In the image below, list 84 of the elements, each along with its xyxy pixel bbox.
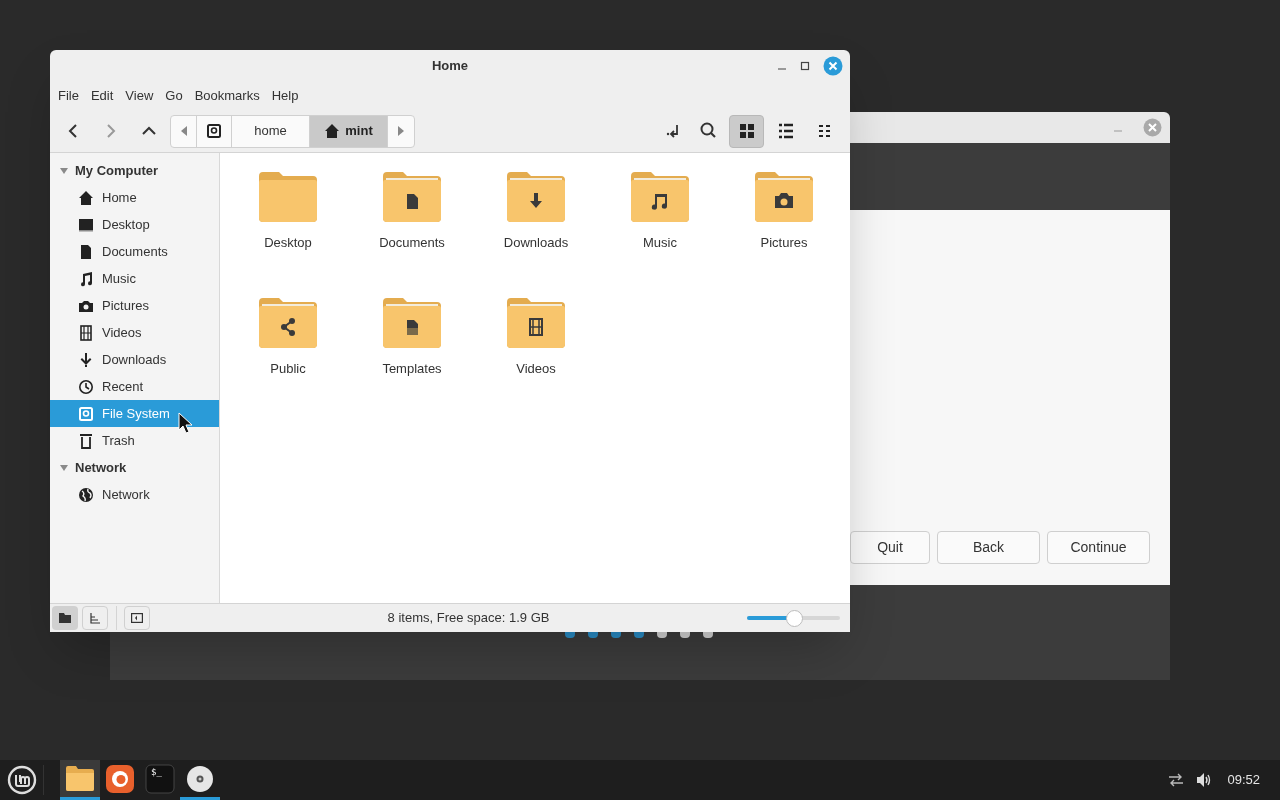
file-name[interactable]: Desktop [264, 233, 312, 253]
sidebar-item[interactable]: Videos [50, 319, 219, 346]
folder-icon [59, 613, 71, 623]
tree-icon [89, 612, 101, 624]
sidebar-item[interactable]: Documents [50, 238, 219, 265]
places-button[interactable] [52, 606, 78, 630]
file-name[interactable]: Videos [516, 359, 556, 379]
trash-icon [78, 432, 94, 449]
file-name[interactable]: Downloads [503, 233, 569, 253]
file-name[interactable]: Music [643, 233, 677, 253]
file-name[interactable]: Documents [379, 233, 445, 253]
taskbar-app-button[interactable] [60, 760, 100, 800]
camera-emblem-icon [775, 193, 793, 208]
window-title: Home [431, 57, 469, 76]
sidebar-item[interactable]: Downloads [50, 346, 219, 373]
sidebar-toggle-button[interactable] [124, 606, 150, 630]
status-text: 8 items, Free space: 1.9 GB [386, 609, 551, 628]
globe-icon [78, 486, 94, 503]
sidebar-item[interactable]: Music [50, 265, 219, 292]
breadcrumb-button[interactable]: mint [310, 115, 388, 147]
dialog-button[interactable]: Quit [850, 531, 930, 564]
dialog-button[interactable]: Back [937, 531, 1040, 564]
sidebar-toggle-icon [131, 613, 143, 623]
document-emblem-icon [407, 194, 418, 209]
dialog-button[interactable]: Continue [1047, 531, 1150, 564]
scroll-right-icon[interactable] [397, 126, 405, 136]
home-icon [78, 189, 94, 206]
sidebar-section-heading[interactable]: My Computer [75, 160, 159, 181]
folder-icon[interactable] [259, 297, 317, 349]
slider-thumb[interactable] [785, 609, 803, 627]
tree-button[interactable] [82, 606, 108, 630]
disc-icon [185, 763, 215, 794]
prompt-text: $_ [151, 766, 162, 779]
film-emblem-icon [529, 318, 543, 336]
document-icon [78, 243, 94, 260]
clock-icon [78, 378, 94, 395]
sidebar-section-heading[interactable]: Network [75, 457, 127, 478]
drive-icon [78, 405, 94, 422]
music-note-icon [78, 270, 94, 287]
expanded-arrow-icon[interactable] [59, 462, 69, 473]
taskbar-app-button[interactable]: $_ [140, 760, 180, 800]
menu-item[interactable]: Edit [85, 86, 119, 106]
maximize-icon[interactable] [800, 61, 810, 71]
sidebar-item[interactable]: Recent [50, 373, 219, 400]
folder-icon[interactable] [755, 171, 813, 223]
view-toggle-button[interactable] [729, 114, 764, 148]
drive-icon [206, 123, 222, 139]
share-emblem-icon [281, 318, 295, 336]
download-arrow-icon [78, 351, 94, 368]
network-arrows-icon[interactable] [1167, 771, 1186, 789]
file-name[interactable]: Public [270, 359, 306, 379]
close-icon[interactable] [823, 56, 843, 76]
sidebar-item[interactable]: Home [50, 184, 219, 211]
expanded-arrow-icon[interactable] [59, 165, 69, 176]
template-emblem-icon [407, 320, 418, 335]
menu-item[interactable]: View [120, 86, 159, 106]
fox-icon [105, 763, 135, 794]
terminal-icon [145, 763, 175, 794]
menu-item[interactable]: Go [160, 86, 188, 106]
zoom-slider[interactable] [747, 609, 840, 627]
home-icon [324, 123, 341, 139]
menu-item[interactable]: Help [266, 86, 304, 106]
monitor-icon [78, 216, 94, 233]
mint-logo-icon[interactable] [6, 765, 37, 795]
file-name[interactable]: Pictures [760, 233, 808, 253]
scroll-left-icon[interactable] [179, 126, 188, 136]
folder-icon[interactable] [507, 171, 565, 223]
sidebar-item[interactable]: Network [50, 481, 219, 508]
folder-icon[interactable] [631, 171, 689, 223]
menu-item[interactable]: Bookmarks [189, 86, 265, 106]
sidebar-item[interactable]: Pictures [50, 292, 219, 319]
file-name[interactable]: Templates [382, 359, 442, 379]
music-note-emblem-icon [651, 194, 667, 210]
menu-item[interactable]: File [53, 86, 84, 106]
folder-icon[interactable] [507, 297, 565, 349]
sidebar-item[interactable]: Desktop [50, 211, 219, 238]
clock[interactable]: 09:52 [1227, 770, 1260, 790]
film-icon [78, 324, 94, 341]
sidebar-item[interactable]: Trash [50, 427, 219, 454]
download-arrow-emblem-icon [530, 193, 542, 208]
folder-icon[interactable] [383, 171, 441, 223]
folder-icon [65, 763, 95, 794]
folder-icon[interactable] [383, 297, 441, 349]
mouse-pointer-icon [178, 412, 194, 434]
